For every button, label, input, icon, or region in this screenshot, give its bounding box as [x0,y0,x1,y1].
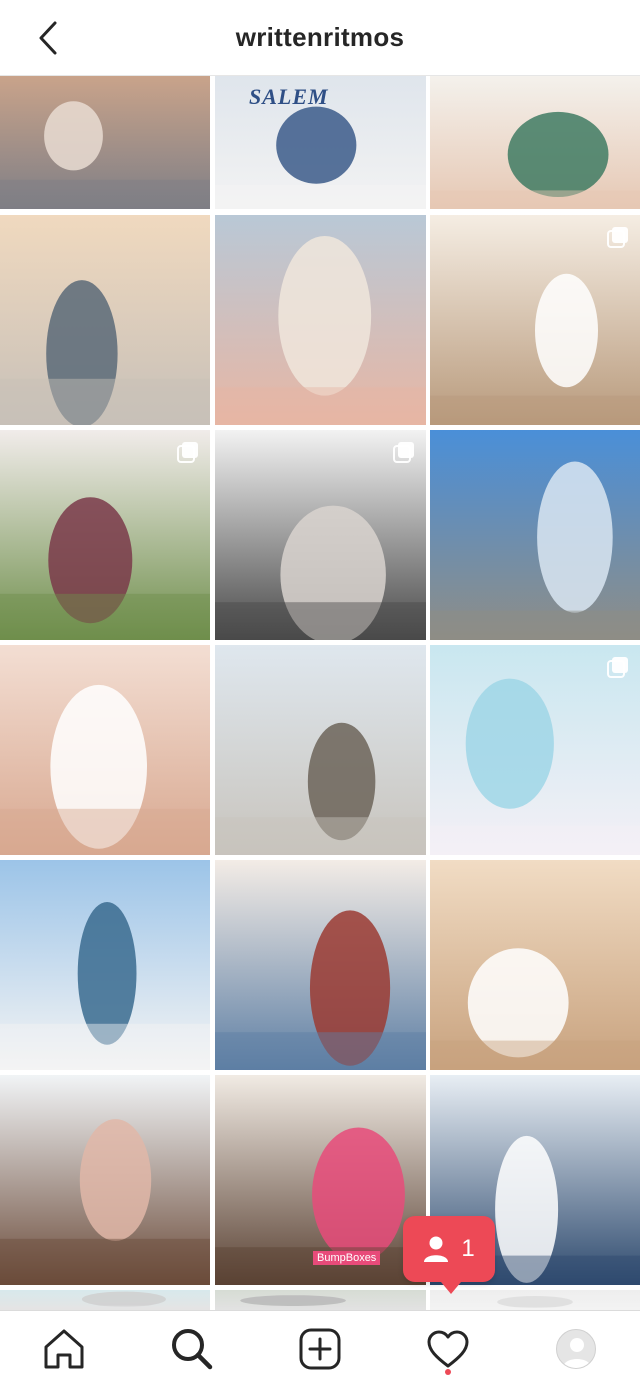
post-photo [430,860,640,1070]
nav-new-post-button[interactable] [290,1319,350,1379]
post-photo [215,645,426,855]
grid-post-tile[interactable] [215,860,426,1070]
multiple-photos-icon [607,227,628,248]
profile-username-title: writtenritmos [235,22,405,52]
post-photo [215,1290,426,1310]
home-icon [44,1329,84,1368]
multiple-photos-icon [177,442,198,463]
grid-post-tile[interactable] [0,860,210,1070]
grid-post-tile[interactable] [430,430,640,640]
explore-profile-grid-screen: writtenritmos SALEM BumpBoxes 1 [0,0,640,1386]
grid-post-tile[interactable] [430,1290,640,1310]
nav-profile-button[interactable] [546,1319,606,1379]
grid-post-tile[interactable] [0,76,210,209]
post-photo [430,430,640,640]
post-photo [0,645,210,855]
multiple-photos-icon [607,657,628,678]
grid-post-tile[interactable] [215,645,426,855]
heart-icon [427,1330,469,1367]
back-button[interactable] [30,18,66,58]
grid-post-tile[interactable]: SALEM [215,76,426,209]
notification-count: 1 [461,1235,475,1262]
multiple-photos-icon [393,442,414,463]
grid-post-tile[interactable] [430,645,640,855]
grid-post-tile[interactable] [430,76,640,209]
top-header: writtenritmos [0,0,640,76]
camper-logo-text: SALEM [249,84,329,109]
grid-post-tile[interactable] [215,430,426,640]
grid-post-tile[interactable] [0,430,210,640]
person-icon [424,1236,449,1262]
post-photo [0,1290,210,1310]
grid-post-tile[interactable] [0,645,210,855]
post-photo [215,860,426,1070]
grid-post-tile[interactable] [0,1290,210,1310]
photo-grid: SALEM BumpBoxes [0,76,640,1310]
search-icon [172,1328,213,1369]
grid-post-tile[interactable] [430,215,640,425]
post-photo [0,76,210,209]
nav-home-button[interactable] [34,1319,94,1379]
nav-search-button[interactable] [162,1319,222,1379]
grid-post-tile[interactable] [215,215,426,425]
grid-post-tile[interactable] [215,1290,426,1310]
grid-post-tile[interactable] [430,860,640,1070]
activity-badge-dot [445,1368,451,1375]
post-photo [0,1075,210,1285]
post-photo [0,215,210,425]
nav-activity-button[interactable] [418,1319,478,1379]
post-photo [430,1290,640,1310]
grid-post-tile[interactable]: BumpBoxes [215,1075,426,1285]
grid-post-tile[interactable] [0,215,210,425]
follow-notification-bubble[interactable]: 1 [403,1216,495,1294]
box-brand-text: BumpBoxes [313,1251,381,1265]
bottom-navigation [0,1310,640,1386]
grid-post-tile[interactable] [0,1075,210,1285]
chevron-left-icon [39,21,57,55]
avatar-icon [556,1328,596,1369]
plus-square-icon [299,1328,341,1369]
post-photo [430,76,640,209]
post-photo [215,215,426,425]
post-photo [0,860,210,1070]
